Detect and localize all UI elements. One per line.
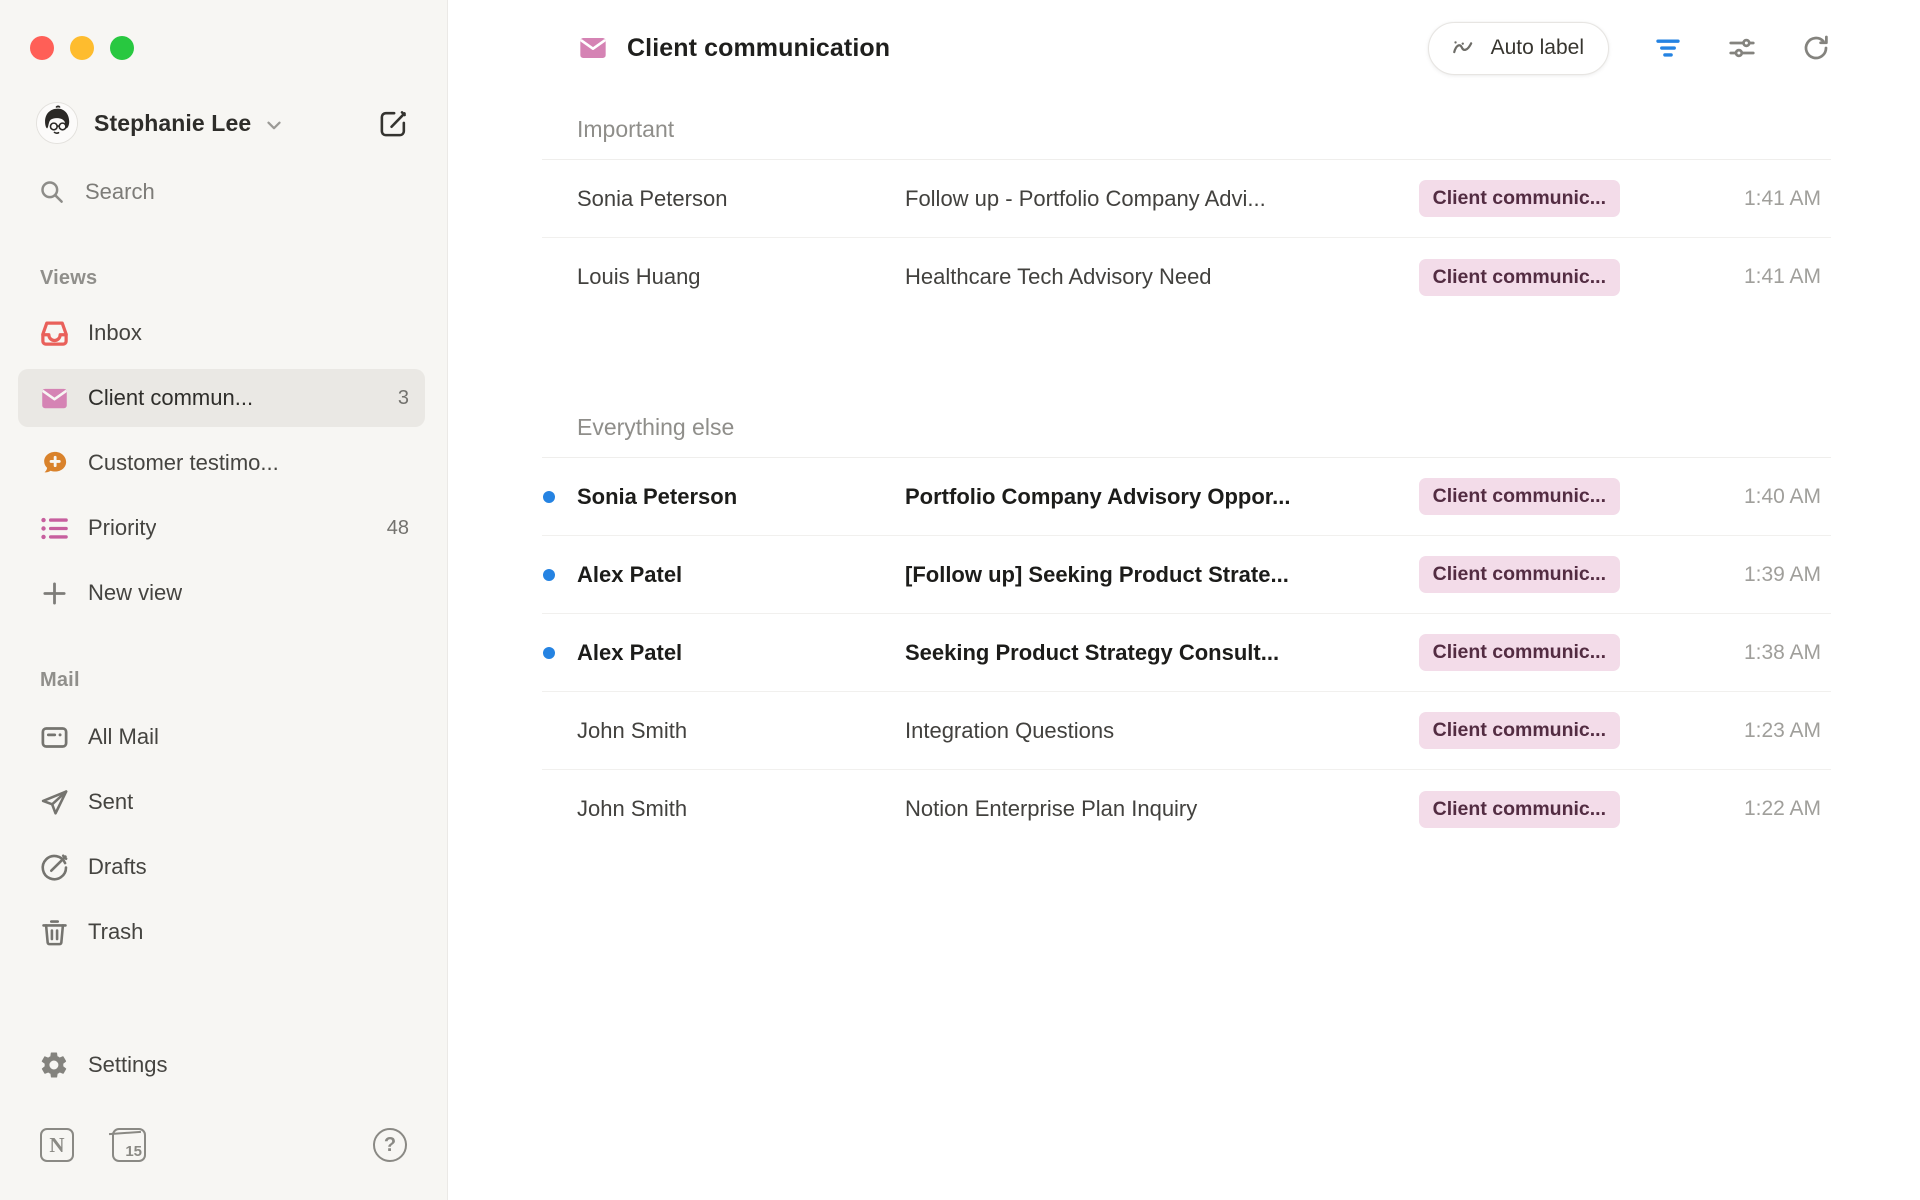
views-nav: Inbox Client commun... 3 Customer testim… bbox=[0, 290, 447, 629]
email-row[interactable]: Louis Huang Healthcare Tech Advisory Nee… bbox=[542, 238, 1831, 316]
help-icon[interactable]: ? bbox=[373, 1128, 407, 1162]
sidebar-item-drafts[interactable]: Drafts bbox=[18, 838, 425, 896]
email-row[interactable]: Alex Patel Seeking Product Strategy Cons… bbox=[542, 614, 1831, 692]
zoom-window-button[interactable] bbox=[110, 36, 134, 60]
envelope-icon bbox=[38, 383, 70, 414]
email-time: 1:39 AM bbox=[1656, 563, 1821, 587]
account-name[interactable]: Stephanie Lee bbox=[94, 110, 251, 137]
mail-nav: All Mail Sent Drafts bbox=[0, 692, 447, 968]
refresh-icon[interactable] bbox=[1801, 33, 1831, 63]
chevron-down-icon[interactable] bbox=[263, 114, 285, 136]
views-section-label: Views bbox=[40, 267, 447, 290]
chat-plus-icon bbox=[38, 448, 70, 479]
all-mail-icon bbox=[38, 722, 70, 753]
email-row[interactable]: Alex Patel [Follow up] Seeking Product S… bbox=[542, 536, 1831, 614]
compose-icon[interactable] bbox=[378, 108, 409, 139]
auto-label-icon bbox=[1449, 34, 1477, 62]
email-group-everything-else: Everything else Sonia Peterson Portfolio… bbox=[542, 394, 1831, 848]
label-badge[interactable]: Client communic... bbox=[1419, 478, 1620, 515]
label-badge[interactable]: Client communic... bbox=[1419, 556, 1620, 593]
email-time: 1:41 AM bbox=[1656, 187, 1821, 211]
avatar[interactable] bbox=[36, 102, 78, 144]
email-time: 1:40 AM bbox=[1656, 485, 1821, 509]
sidebar-item-client-communication[interactable]: Client commun... 3 bbox=[18, 369, 425, 427]
search-input[interactable]: Search bbox=[38, 178, 447, 205]
label-badge[interactable]: Client communic... bbox=[1419, 791, 1620, 828]
page-title: Client communication bbox=[627, 34, 890, 63]
email-row[interactable]: Sonia Peterson Portfolio Company Advisor… bbox=[542, 458, 1831, 536]
draft-icon bbox=[38, 852, 70, 883]
email-row[interactable]: John Smith Notion Enterprise Plan Inquir… bbox=[542, 770, 1831, 848]
label-badge[interactable]: Client communic... bbox=[1419, 180, 1620, 217]
minimize-window-button[interactable] bbox=[70, 36, 94, 60]
sidebar-item-all-mail[interactable]: All Mail bbox=[18, 708, 425, 766]
main-content: Client communication Auto label bbox=[448, 0, 1920, 1200]
plus-icon bbox=[38, 579, 70, 608]
email-row[interactable]: Sonia Peterson Follow up - Portfolio Com… bbox=[542, 160, 1831, 238]
window-controls bbox=[0, 36, 447, 60]
sidebar: Stephanie Lee Search Views Inbox bbox=[0, 0, 448, 1200]
close-window-button[interactable] bbox=[30, 36, 54, 60]
filter-icon[interactable] bbox=[1653, 33, 1683, 63]
priority-count-badge: 48 bbox=[387, 517, 409, 540]
sidebar-item-sent[interactable]: Sent bbox=[18, 773, 425, 831]
priority-list-icon bbox=[38, 513, 70, 544]
sidebar-item-inbox[interactable]: Inbox bbox=[18, 304, 425, 362]
email-list: Important Sonia Peterson Follow up - Por… bbox=[542, 96, 1831, 1200]
email-time: 1:38 AM bbox=[1656, 641, 1821, 665]
gear-icon bbox=[38, 1050, 70, 1080]
sidebar-item-new-view[interactable]: New view bbox=[18, 564, 425, 622]
label-badge[interactable]: Client communic... bbox=[1419, 259, 1620, 296]
email-time: 1:22 AM bbox=[1656, 797, 1821, 821]
calendar-icon[interactable]: 15 bbox=[112, 1128, 146, 1162]
notion-logo-icon[interactable]: N bbox=[40, 1128, 74, 1162]
email-time: 1:41 AM bbox=[1656, 265, 1821, 289]
mail-section-label: Mail bbox=[40, 669, 447, 692]
unread-dot bbox=[543, 491, 555, 503]
sidebar-item-trash[interactable]: Trash bbox=[18, 903, 425, 961]
inbox-icon bbox=[38, 318, 70, 349]
unread-dot bbox=[543, 647, 555, 659]
auto-label-button[interactable]: Auto label bbox=[1428, 22, 1609, 75]
group-title: Important bbox=[577, 116, 674, 142]
group-title: Everything else bbox=[577, 414, 734, 440]
email-time: 1:23 AM bbox=[1656, 719, 1821, 743]
view-header: Client communication Auto label bbox=[542, 0, 1831, 96]
envelope-icon bbox=[577, 32, 609, 64]
unread-dot bbox=[543, 569, 555, 581]
email-row[interactable]: John Smith Integration Questions Client … bbox=[542, 692, 1831, 770]
send-icon bbox=[38, 787, 70, 818]
label-badge[interactable]: Client communic... bbox=[1419, 634, 1620, 671]
sidebar-item-priority[interactable]: Priority 48 bbox=[18, 499, 425, 557]
display-settings-icon[interactable] bbox=[1727, 33, 1757, 63]
unread-count-badge: 3 bbox=[398, 387, 409, 410]
trash-icon bbox=[38, 917, 70, 948]
search-icon bbox=[38, 178, 65, 205]
sidebar-item-customer-testimonials[interactable]: Customer testimo... bbox=[18, 434, 425, 492]
sidebar-item-settings[interactable]: Settings bbox=[18, 1036, 425, 1094]
email-group-important: Important Sonia Peterson Follow up - Por… bbox=[542, 96, 1831, 316]
label-badge[interactable]: Client communic... bbox=[1419, 712, 1620, 749]
